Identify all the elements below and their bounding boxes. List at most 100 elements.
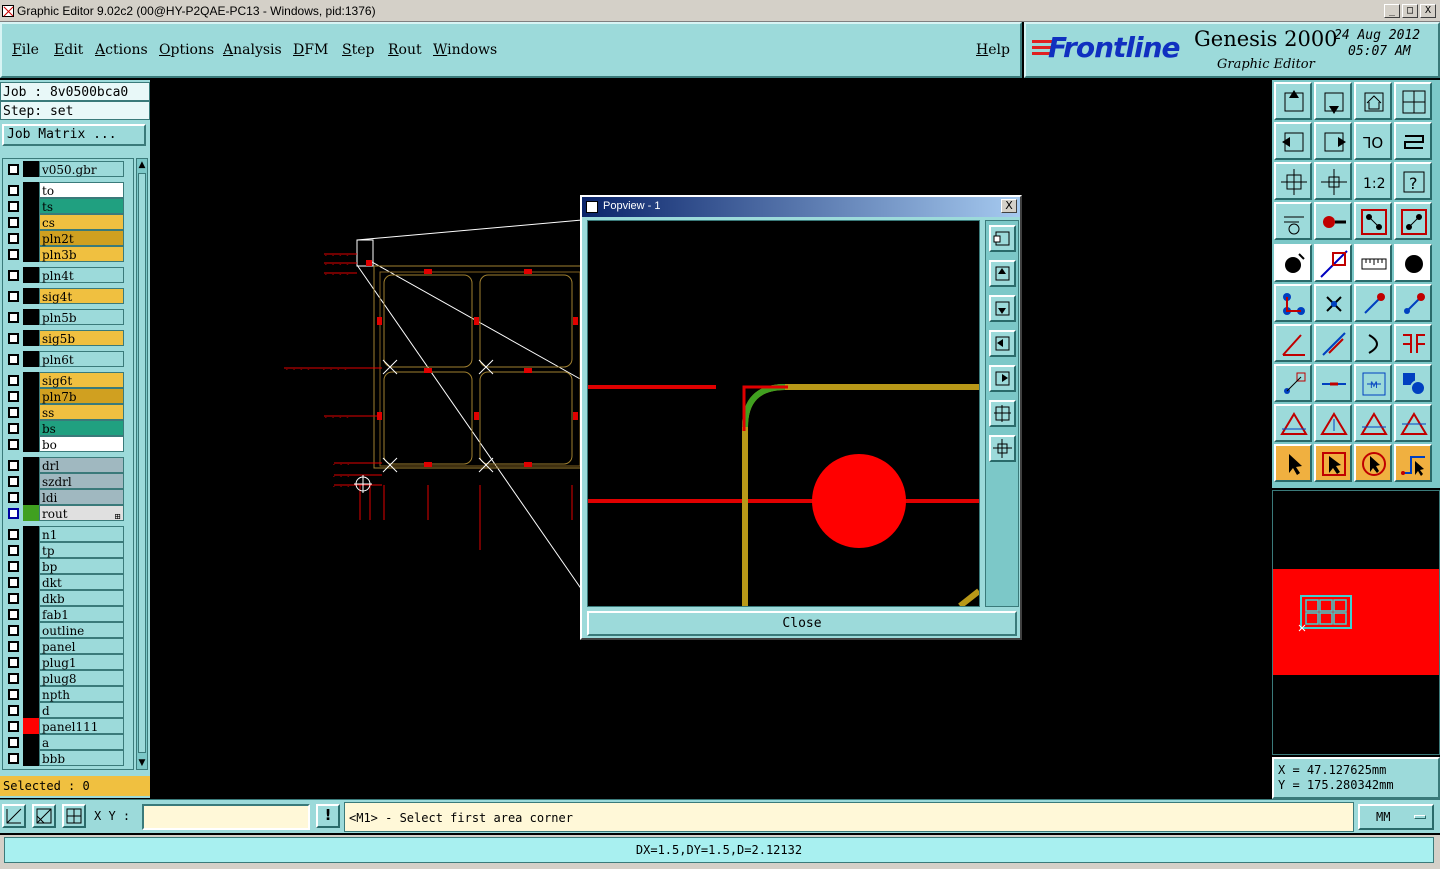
layer-color-swatch[interactable]	[23, 702, 39, 718]
layer-row[interactable]: n1	[5, 526, 124, 542]
layer-row[interactable]: pln2t	[5, 230, 124, 246]
layer-color-swatch[interactable]	[23, 404, 39, 420]
layer-name[interactable]: ss	[39, 404, 124, 420]
slope-line-icon[interactable]	[1314, 324, 1352, 362]
warning-icon[interactable]: !	[316, 804, 340, 828]
layer-color-swatch[interactable]	[23, 288, 39, 304]
layer-color-swatch[interactable]	[23, 388, 39, 404]
menu-help[interactable]: Help	[976, 42, 1010, 58]
popview-zoom-out-icon[interactable]	[989, 435, 1016, 462]
layer-checkbox[interactable]	[8, 291, 19, 302]
scroll-thumb[interactable]	[138, 173, 146, 753]
layer-color-swatch[interactable]	[23, 526, 39, 542]
layer-row[interactable]: drl	[5, 457, 124, 473]
layer-checkbox[interactable]	[8, 233, 19, 244]
layer-row[interactable]: npth	[5, 686, 124, 702]
layer-color-swatch[interactable]	[23, 198, 39, 214]
layer-name[interactable]: drl	[39, 457, 124, 473]
snap-mode-icon[interactable]	[2, 804, 26, 828]
select-circle-icon[interactable]	[1354, 444, 1392, 482]
menu-edit[interactable]: Edit	[54, 42, 83, 58]
popview-zoom-icon[interactable]	[989, 225, 1016, 252]
zoom-out-icon[interactable]	[1314, 162, 1352, 200]
layer-checkbox[interactable]	[8, 545, 19, 556]
layer-row[interactable]: dkt	[5, 574, 124, 590]
popview-pan-left-icon[interactable]	[989, 330, 1016, 357]
layer-name[interactable]: to	[39, 182, 124, 198]
triangle-up-icon[interactable]	[1314, 404, 1352, 442]
layer-color-swatch[interactable]	[23, 718, 39, 734]
split-line-icon[interactable]	[1314, 364, 1352, 402]
add-surface-icon[interactable]	[1314, 244, 1352, 282]
layer-checkbox[interactable]	[8, 391, 19, 402]
layer-color-swatch[interactable]	[23, 351, 39, 367]
layer-color-swatch[interactable]	[23, 606, 39, 622]
shapes-icon[interactable]	[1394, 364, 1432, 402]
layer-row[interactable]: ss	[5, 404, 124, 420]
layer-name[interactable]: tp	[39, 542, 124, 558]
arc-icon[interactable]	[1354, 324, 1392, 362]
home-icon[interactable]	[1354, 82, 1392, 120]
popview-canvas[interactable]	[587, 220, 981, 609]
layer-name[interactable]: szdrl	[39, 473, 124, 489]
popview-pan-up-icon[interactable]	[989, 260, 1016, 287]
popview-pan-right-icon[interactable]	[989, 365, 1016, 392]
layer-row[interactable]: panel	[5, 638, 124, 654]
layer-name[interactable]: d	[39, 702, 124, 718]
layer-name[interactable]: sig6t	[39, 372, 124, 388]
layer-name[interactable]: a	[39, 734, 124, 750]
layer-row[interactable]: plug8	[5, 670, 124, 686]
layer-row[interactable]: bp	[5, 558, 124, 574]
popview-title-bar[interactable]: Popview - 1	[582, 197, 1020, 217]
layer-name[interactable]: pln2t	[39, 230, 124, 246]
layer-checkbox[interactable]	[8, 460, 19, 471]
popview-pan-down-icon[interactable]	[989, 295, 1016, 322]
add-feature-icon[interactable]	[1394, 244, 1432, 282]
layer-row[interactable]: dkb	[5, 590, 124, 606]
window-title-bar[interactable]: Graphic Editor 9.02c2 (00@HY-P2QAE-PC13 …	[0, 0, 1440, 22]
layer-name[interactable]: rout ⊞	[39, 505, 124, 521]
layer-name[interactable]: outline	[39, 622, 124, 638]
layer-row[interactable]: tp	[5, 542, 124, 558]
layer-name[interactable]: v050.gbr	[39, 161, 124, 177]
mirror-icon[interactable]	[1394, 324, 1432, 362]
layer-name[interactable]: fab1	[39, 606, 124, 622]
layer-checkbox[interactable]	[8, 753, 19, 764]
redraw-icon[interactable]	[1394, 122, 1432, 160]
zoom-home-icon[interactable]	[1274, 162, 1312, 200]
layer-color-swatch[interactable]	[23, 686, 39, 702]
layer-color-swatch[interactable]	[23, 436, 39, 452]
layer-color-swatch[interactable]	[23, 246, 39, 262]
select-pointer-icon[interactable]	[1274, 444, 1312, 482]
settings-tools-icon[interactable]	[1274, 202, 1312, 240]
layer-color-swatch[interactable]	[23, 670, 39, 686]
layer-checkbox[interactable]	[8, 185, 19, 196]
popview-window[interactable]: Popview - 1 X Close	[580, 195, 1022, 640]
pan-down-icon[interactable]	[1314, 82, 1352, 120]
layer-row[interactable]: ldi	[5, 489, 124, 505]
layer-color-swatch[interactable]	[23, 574, 39, 590]
layer-checkbox[interactable]	[8, 508, 19, 519]
layer-row[interactable]: sig5b	[5, 330, 124, 346]
layer-checkbox[interactable]	[8, 657, 19, 668]
angle-icon[interactable]	[1274, 324, 1312, 362]
layer-name[interactable]: dkt	[39, 574, 124, 590]
menu-analysis[interactable]: Analysis	[223, 42, 282, 58]
menu-rout[interactable]: Rout	[388, 42, 422, 58]
overview-map[interactable]	[1272, 490, 1440, 755]
menu-actions[interactable]: Actions	[95, 42, 148, 58]
connect-nets-icon[interactable]	[1394, 202, 1432, 240]
layer-row[interactable]: pln3b	[5, 246, 124, 262]
delete-node-icon[interactable]	[1314, 284, 1352, 322]
menu-step[interactable]: Step	[342, 42, 374, 58]
minimize-button[interactable]: _	[1384, 4, 1400, 18]
layer-checkbox[interactable]	[8, 439, 19, 450]
layer-checkbox[interactable]	[8, 312, 19, 323]
layer-checkbox[interactable]	[8, 375, 19, 386]
layer-name[interactable]: pln7b	[39, 388, 124, 404]
layer-color-swatch[interactable]	[23, 542, 39, 558]
layer-checkbox[interactable]	[8, 270, 19, 281]
layer-checkbox[interactable]	[8, 407, 19, 418]
layer-name[interactable]: bp	[39, 558, 124, 574]
add-arc-icon[interactable]	[1394, 284, 1432, 322]
